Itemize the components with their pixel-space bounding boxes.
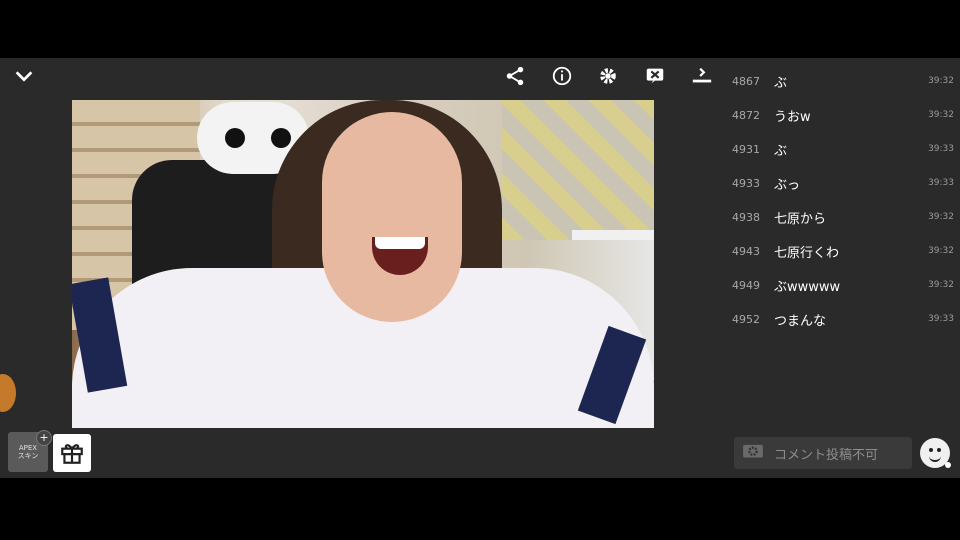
comment-text: ぶ (774, 143, 788, 159)
comment-row: 4949 ぶwwwww 39:32 (732, 268, 954, 302)
comment-list[interactable]: 4867 ぶ 39:32 4872 うおw 39:32 4931 ぶ 39:33… (732, 64, 954, 336)
ad-line-2: スキン (17, 452, 39, 460)
streamer-face (322, 112, 462, 322)
letterbox-bottom (0, 478, 960, 540)
comment-row: 4952 つまんな 39:33 (732, 302, 954, 336)
comment-number: 4933 (732, 176, 760, 190)
comment-text: ぶwwwww (774, 279, 841, 295)
comment-text: ぶ (774, 75, 788, 91)
comment-settings-icon[interactable] (742, 443, 768, 463)
comment-text: 七原行くわ (774, 245, 840, 261)
info-icon[interactable] (548, 62, 576, 90)
streamer-mouth (372, 237, 428, 275)
comment-text: 七原から (774, 211, 827, 227)
comment-number: 4943 (732, 244, 760, 258)
comment-row: 4933 ぶっ 39:33 (732, 166, 954, 200)
comment-number: 4938 (732, 210, 760, 224)
comment-row: 4872 うおw 39:32 (732, 98, 954, 132)
video-player[interactable] (72, 100, 654, 428)
comment-text: ぶっ (774, 177, 801, 193)
letterbox-top (0, 0, 960, 58)
comment-row: 4938 七原から 39:32 (732, 200, 954, 234)
emoji-indicator-dot (945, 462, 951, 468)
comment-time: 39:32 (928, 280, 954, 290)
comment-time: 39:33 (928, 314, 954, 324)
comment-number: 4872 (732, 108, 760, 122)
comment-number: 4931 (732, 142, 760, 156)
comment-number: 4867 (732, 74, 760, 88)
comment-text: つまんな (774, 313, 827, 329)
comment-row: 4867 ぶ 39:32 (732, 64, 954, 98)
comment-row: 4943 七原行くわ 39:32 (732, 234, 954, 268)
comment-time: 39:32 (928, 212, 954, 222)
desk-background (572, 230, 654, 240)
comment-hide-icon[interactable] (641, 62, 669, 90)
gift-icon[interactable] (53, 434, 91, 472)
comment-time: 39:32 (928, 76, 954, 86)
comment-time: 39:33 (928, 178, 954, 188)
comment-number: 4949 (732, 278, 760, 292)
ad-line-1: APEX (18, 444, 38, 452)
comment-input[interactable]: コメント投稿不可 (734, 437, 912, 469)
gear-icon[interactable] (594, 62, 622, 90)
curtain-background (502, 100, 654, 240)
comment-time: 39:33 (928, 144, 954, 154)
share-icon[interactable] (501, 62, 529, 90)
comment-time: 39:32 (928, 246, 954, 256)
chevron-down-icon[interactable] (10, 62, 38, 90)
comment-time: 39:32 (928, 110, 954, 120)
stream-quality-icon[interactable] (688, 62, 716, 90)
plus-icon[interactable]: + (36, 430, 52, 446)
comment-placeholder: コメント投稿不可 (774, 447, 879, 463)
comment-text: うおw (774, 109, 811, 125)
comment-row: 4931 ぶ 39:33 (732, 132, 954, 166)
comment-number: 4952 (732, 312, 760, 326)
